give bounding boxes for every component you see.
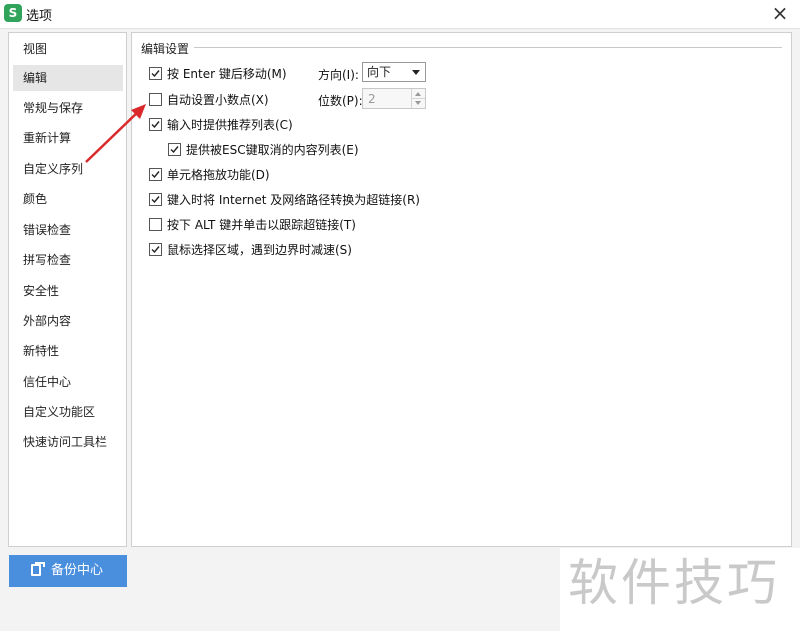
- alt-click-label: 按下 ALT 键并单击以跟踪超链接(T): [167, 218, 356, 232]
- checkmark-icon: [151, 121, 160, 129]
- window-title: 选项: [26, 9, 53, 24]
- enter-move-label: 按 Enter 键后移动(M): [167, 67, 287, 81]
- group-divider: [192, 47, 782, 48]
- dropdown-arrow-icon: [412, 70, 420, 75]
- sidebar-item-new-features[interactable]: 新特性: [9, 338, 126, 364]
- title-bar: S 选项 ×: [0, 0, 800, 29]
- decimal-places-stepper[interactable]: 2: [362, 88, 426, 109]
- esc-list-checkbox[interactable]: [168, 143, 181, 156]
- stepper-down-icon[interactable]: [412, 99, 425, 108]
- watermark-text: 软件技巧: [568, 554, 780, 612]
- backup-center-label: 备份中心: [51, 563, 104, 578]
- mouse-slowdown-checkbox[interactable]: [149, 243, 162, 256]
- decimal-places-value: 2: [368, 92, 376, 106]
- hyperlink-convert-checkbox[interactable]: [149, 193, 162, 206]
- app-logo-icon: S: [4, 4, 22, 22]
- recommend-list-checkbox[interactable]: [149, 118, 162, 131]
- drag-drop-label: 单元格拖放功能(D): [167, 168, 270, 182]
- checkmark-icon: [151, 196, 160, 204]
- enter-move-checkbox[interactable]: [149, 67, 162, 80]
- edit-settings-panel: 编辑设置: [131, 32, 792, 547]
- sidebar-item-recalculate[interactable]: 重新计算: [9, 125, 126, 151]
- sidebar-item-colors[interactable]: 颜色: [9, 186, 126, 212]
- checkmark-icon: [151, 70, 160, 78]
- sidebar-item-spell-check[interactable]: 拼写检查: [9, 247, 126, 273]
- auto-decimal-label: 自动设置小数点(X): [167, 93, 269, 107]
- sidebar-item-quick-access-toolbar[interactable]: 快速访问工具栏: [9, 429, 126, 455]
- drag-drop-checkbox[interactable]: [149, 168, 162, 181]
- backup-icon: [31, 562, 45, 576]
- sidebar: 视图 编辑 常规与保存 重新计算 自定义序列 颜色 错误检查 拼写检查 安全性 …: [8, 32, 127, 547]
- sidebar-item-general-save[interactable]: 常规与保存: [9, 95, 126, 121]
- alt-click-checkbox[interactable]: [149, 218, 162, 231]
- group-title: 编辑设置: [141, 40, 195, 57]
- sidebar-item-trust-center[interactable]: 信任中心: [9, 369, 126, 395]
- backup-center-button[interactable]: 备份中心: [9, 555, 127, 587]
- checkmark-icon: [151, 171, 160, 179]
- sidebar-item-edit[interactable]: 编辑: [13, 65, 123, 91]
- direction-label: 方向(I):: [318, 68, 359, 82]
- stepper-up-icon[interactable]: [412, 89, 425, 99]
- sidebar-item-custom-lists[interactable]: 自定义序列: [9, 156, 126, 182]
- recommend-list-label: 输入时提供推荐列表(C): [167, 118, 293, 132]
- esc-list-label: 提供被ESC键取消的内容列表(E): [186, 143, 359, 157]
- stepper-buttons: [411, 89, 425, 108]
- checkmark-icon: [170, 146, 179, 154]
- sidebar-item-customize-ribbon[interactable]: 自定义功能区: [9, 399, 126, 425]
- sidebar-item-error-check[interactable]: 错误检查: [9, 217, 126, 243]
- direction-select[interactable]: 向下: [362, 62, 426, 82]
- mouse-slowdown-label: 鼠标选择区域，遇到边界时减速(S): [167, 243, 352, 257]
- sidebar-item-external-content[interactable]: 外部内容: [9, 308, 126, 334]
- hyperlink-convert-label: 键入时将 Internet 及网络路径转换为超链接(R): [167, 193, 420, 207]
- checkmark-icon: [151, 246, 160, 254]
- close-button[interactable]: ×: [768, 1, 792, 25]
- sidebar-item-view[interactable]: 视图: [9, 36, 126, 62]
- direction-value: 向下: [367, 65, 392, 79]
- auto-decimal-checkbox[interactable]: [149, 93, 162, 106]
- decimal-places-label: 位数(P):: [318, 94, 363, 108]
- sidebar-item-security[interactable]: 安全性: [9, 278, 126, 304]
